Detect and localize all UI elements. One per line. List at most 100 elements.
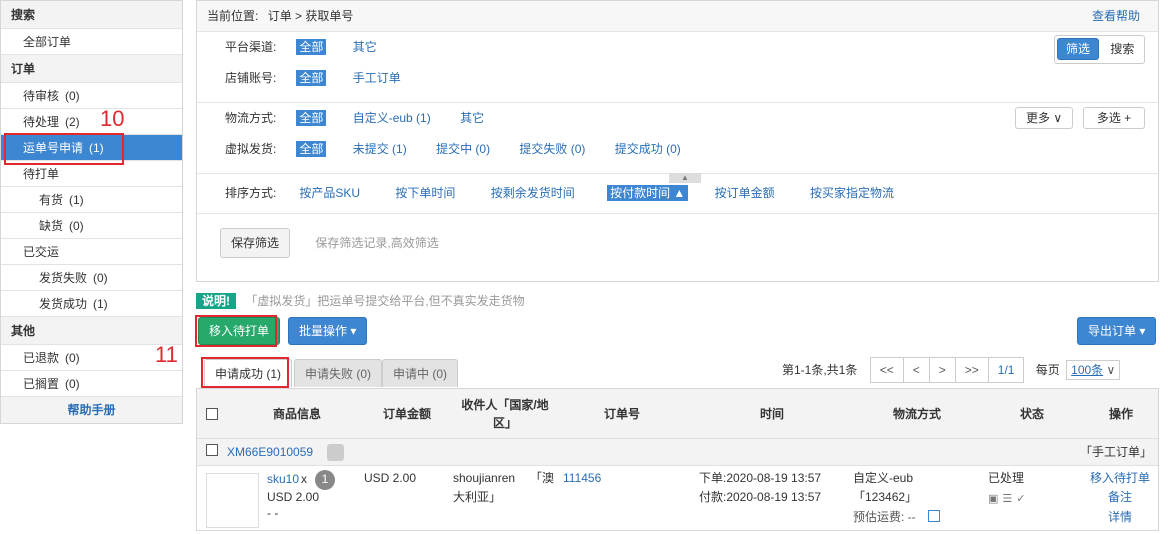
view-help-link[interactable]: 查看帮助 (1092, 1, 1140, 32)
select-all-checkbox[interactable] (205, 389, 219, 439)
export-orders-button[interactable]: 导出订单 ▾ (1077, 317, 1157, 345)
logistics-option-eub[interactable]: 自定义-eub (1) (350, 110, 434, 126)
breadcrumb-prefix: 当前位置: (207, 9, 259, 23)
barcode-icon[interactable]: ☰ (1002, 493, 1016, 505)
page-indicator[interactable]: 1/1 (987, 357, 1025, 383)
virtual-option-success[interactable]: 提交成功 (0) (612, 141, 684, 157)
sidebar-item-label: 缺货 (39, 219, 64, 233)
shop-option-all[interactable]: 全部 (296, 70, 327, 86)
sidebar-item-label: 已搁置 (23, 377, 60, 391)
more-button[interactable]: 更多 ∨ (1015, 107, 1074, 129)
batch-actions-button[interactable]: 批量操作 ▾ (288, 317, 368, 345)
multi-select-button[interactable]: 多选 + (1083, 107, 1145, 129)
sidebar-item-out-stock[interactable]: 缺货 (0) (1, 213, 182, 239)
sidebar-item-count: (1) (69, 193, 84, 207)
sidebar-item-label: 待审核 (23, 89, 60, 103)
sidebar-item-count: (0) (69, 219, 84, 233)
sidebar-item-label: 已退款 (23, 351, 60, 365)
order-checkbox[interactable] (206, 443, 218, 462)
note-link[interactable]: 备注 (1108, 488, 1132, 507)
highlight-box-move (195, 315, 277, 347)
sidebar-item-count: (2) (65, 115, 80, 129)
sidebar-item-in-stock[interactable]: 有货 (1) (1, 187, 182, 213)
main-content: 当前位置: 订单 > 获取单号 查看帮助 平台渠道: 全部 其它 店铺账号: 全… (195, 0, 1159, 531)
filter-label: 排序方式: (225, 186, 277, 200)
item-dash: - - (267, 506, 279, 520)
status-text: 已处理 (988, 471, 1025, 485)
tab-apply-failed[interactable]: 申请失败 (0) (294, 359, 383, 387)
filter-label: 店铺账号: (225, 71, 277, 85)
col-header: 时间 (759, 407, 784, 421)
filter-row-shop: 店铺账号: 全部 手工订单 (197, 63, 1158, 94)
virtual-option-submitting[interactable]: 提交中 (0) (433, 141, 493, 157)
order-id-link[interactable]: XM66E9010059 (227, 443, 313, 462)
col-header: 状态 (1019, 407, 1044, 421)
sidebar-item-count: (1) (93, 297, 108, 311)
per-page-select[interactable]: 100条 ∨ (1066, 360, 1121, 380)
sidebar-item-pending-review[interactable]: 待审核 (0) (1, 83, 182, 109)
notice-tag: 说明! (196, 293, 236, 309)
shop-option-manual[interactable]: 手工订单 (350, 70, 404, 86)
save-filter-button[interactable]: 保存筛选 (220, 228, 291, 258)
sidebar-item-pending-process[interactable]: 待处理 (2) (1, 109, 182, 135)
order-tag-icon (327, 444, 344, 461)
sort-option-buyer-logistics[interactable]: 按买家指定物流 (807, 185, 897, 201)
save-filter-hint: 保存筛选记录,高效筛选 (315, 236, 439, 250)
sidebar-item-ship-success[interactable]: 发货成功 (1) (1, 291, 182, 317)
page-prev-button[interactable]: < (902, 357, 930, 383)
sidebar-item-ship-failed[interactable]: 发货失败 (0) (1, 265, 182, 291)
virtual-option-failed[interactable]: 提交失败 (0) (516, 141, 588, 157)
qty-badge: 1 (315, 470, 335, 490)
help-manual-link[interactable]: 帮助手册 (1, 397, 182, 423)
breadcrumb: 当前位置: 订单 > 获取单号 查看帮助 (197, 1, 1158, 32)
sidebar-item-all-orders[interactable]: 全部订单 (1, 29, 182, 55)
sidebar-item-label: 发货失败 (39, 271, 88, 285)
filter-label: 物流方式: (225, 111, 277, 125)
tab-applying[interactable]: 申请中 (0) (382, 359, 459, 387)
filter-mode-button[interactable]: 筛选 (1057, 38, 1100, 60)
page-last-button[interactable]: >> (954, 357, 989, 383)
filter-label: 平台渠道: (225, 40, 277, 54)
search-mode-button[interactable]: 搜索 (1102, 39, 1143, 61)
move-to-print-link[interactable]: 移入待打单 (1090, 469, 1150, 488)
status-icons: ▣☰✓ (988, 490, 1030, 509)
order-number-link[interactable]: 111456 (563, 469, 601, 488)
sku-link[interactable]: sku10 (267, 470, 299, 489)
sort-option-order-time[interactable]: 按下单时间 (392, 185, 458, 201)
logistics-method: 自定义-eub (853, 471, 914, 485)
page-first-button[interactable]: << (869, 357, 904, 383)
order-source: 「手工订单」 (1079, 445, 1152, 459)
virtual-option-unsubmitted[interactable]: 未提交 (1) (350, 141, 410, 157)
sidebar-item-shelved[interactable]: 已搁置 (0) (1, 371, 182, 397)
annotation-number-11: 11 (155, 342, 178, 367)
table-row: sku10 x 1 USD 2.00 - - USD 2.00 shoujian… (197, 466, 1158, 530)
page-next-button[interactable]: > (928, 357, 956, 383)
calculator-icon[interactable] (928, 510, 940, 522)
sidebar-item-count: (0) (65, 351, 80, 365)
filter-row-logistics: 物流方式: 全部 自定义-eub (1) 其它 更多 ∨ 多选 + (197, 103, 1158, 134)
more-button-label: 更多 (1026, 111, 1051, 125)
sidebar-head-other: 其他 (1, 317, 182, 345)
sort-option-remaining-time[interactable]: 按剩余发货时间 (488, 185, 578, 201)
recipient-country: 「澳大利亚」 (453, 471, 555, 504)
per-page-label: 每页 (1035, 363, 1060, 377)
virtual-option-all[interactable]: 全部 (296, 141, 327, 157)
logistics-option-all[interactable]: 全部 (296, 110, 327, 126)
highlight-box-waybill (4, 133, 124, 165)
sidebar-item-count: (0) (65, 89, 80, 103)
copy-icon[interactable]: ▣ (988, 493, 1002, 505)
sort-option-amount[interactable]: 按订单金额 (712, 185, 778, 201)
sort-option-sku[interactable]: 按产品SKU (296, 185, 363, 201)
col-header: 收件人「国家/地区」 (461, 398, 549, 430)
check-icon[interactable]: ✓ (1016, 493, 1029, 505)
product-image (206, 473, 259, 528)
logistics-option-other[interactable]: 其它 (457, 110, 487, 126)
detail-link[interactable]: 详情 (1108, 508, 1132, 527)
sort-option-pay-time[interactable]: 按付款时间 ▲ (607, 185, 689, 201)
platform-option-other[interactable]: 其它 (350, 39, 380, 55)
sidebar-item-shipped[interactable]: 已交运 (1, 239, 182, 265)
estimated-fee: 预估运费: -- (853, 510, 916, 524)
platform-option-all[interactable]: 全部 (296, 39, 327, 55)
per-page-value: 100条 (1071, 363, 1104, 377)
filter-row-platform: 平台渠道: 全部 其它 (197, 32, 1158, 63)
